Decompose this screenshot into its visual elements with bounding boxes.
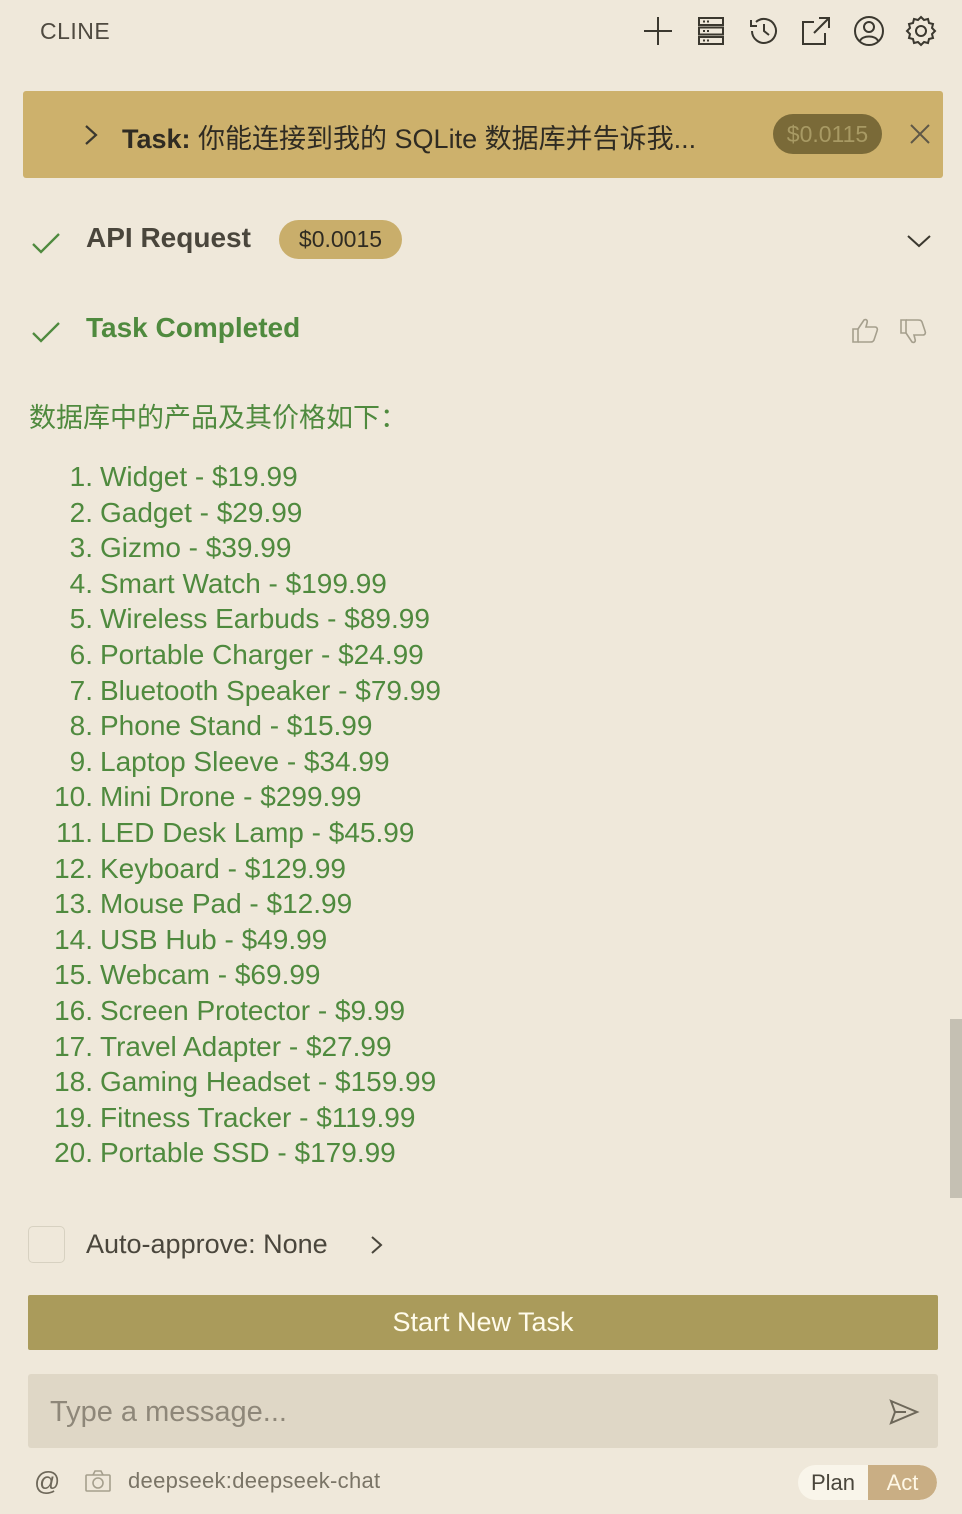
top-bar: CLINE	[0, 0, 962, 64]
list-item-text: Gaming Headset - $159.99	[100, 1066, 437, 1098]
list-item-number: 12.	[54, 852, 93, 884]
plus-icon[interactable]	[638, 10, 678, 52]
list-item: 10. Mini Drone - $299.99	[0, 779, 700, 815]
plan-mode-button[interactable]: Plan	[798, 1465, 868, 1500]
thumbs-down-icon[interactable]	[896, 314, 930, 348]
check-icon	[29, 315, 63, 349]
list-item-text: Wireless Earbuds - $89.99	[100, 603, 430, 635]
send-icon[interactable]	[888, 1396, 920, 1428]
list-item-text: Portable SSD - $179.99	[100, 1137, 396, 1169]
list-item-text: Keyboard - $129.99	[100, 852, 346, 884]
task-cost-badge: $0.0115	[773, 114, 882, 154]
api-request-title[interactable]: API Request	[86, 222, 251, 254]
popout-icon[interactable]	[796, 10, 836, 52]
model-selector[interactable]: deepseek:deepseek-chat	[128, 1468, 380, 1494]
list-item-text: Laptop Sleeve - $34.99	[100, 745, 390, 777]
list-item: 12. Keyboard - $129.99	[0, 851, 700, 887]
list-item-number: 7.	[69, 674, 93, 706]
list-item: 18. Gaming Headset - $159.99	[0, 1064, 700, 1100]
history-icon[interactable]	[744, 10, 784, 52]
list-item-number: 17.	[54, 1030, 93, 1062]
list-item-number: 4.	[69, 567, 93, 599]
list-item-number: 11.	[56, 816, 93, 848]
list-item: 6. Portable Charger - $24.99	[0, 637, 700, 673]
list-item-number: 14.	[54, 923, 93, 955]
list-item-number: 10.	[54, 781, 93, 813]
list-item: 13. Mouse Pad - $12.99	[0, 886, 700, 922]
list-item-number: 3.	[69, 532, 93, 564]
task-completed-title: Task Completed	[86, 312, 301, 343]
list-item-text: Screen Protector - $9.99	[100, 994, 406, 1026]
message-input[interactable]	[48, 1392, 872, 1432]
chevron-down-icon[interactable]	[902, 224, 936, 258]
list-item: 20. Portable SSD - $179.99	[0, 1135, 700, 1171]
list-item-number: 8.	[69, 710, 93, 742]
list-item: 4. Smart Watch - $199.99	[0, 566, 700, 602]
list-item-number: 18.	[54, 1066, 93, 1098]
list-item: 5. Wireless Earbuds - $89.99	[0, 601, 700, 637]
list-item-text: Gizmo - $39.99	[100, 532, 292, 564]
auto-approve-checkbox[interactable]	[28, 1226, 65, 1263]
list-item-text: Bluetooth Speaker - $79.99	[100, 674, 441, 706]
list-item-text: USB Hub - $49.99	[100, 923, 328, 955]
gear-icon[interactable]	[901, 10, 941, 52]
app-title: CLINE	[40, 18, 111, 44]
list-item-text: Gadget - $29.99	[100, 496, 303, 528]
chevron-right-icon[interactable]	[366, 1230, 388, 1260]
task-description: Task: 你能连接到我的 SQLite 数据库并告诉我...	[122, 117, 696, 156]
completion-intro: 数据库中的产品及其价格如下：	[29, 403, 407, 433]
list-item-number: 13.	[54, 888, 93, 920]
list-item-number: 1.	[69, 461, 93, 492]
list-item: 7. Bluetooth Speaker - $79.99	[0, 673, 700, 709]
list-item-number: 19.	[54, 1101, 93, 1133]
thumbs-up-icon[interactable]	[848, 314, 882, 348]
chevron-right-icon[interactable]	[79, 117, 103, 153]
plan-act-toggle[interactable]: Plan Act	[798, 1465, 937, 1500]
list-item-text: Mini Drone - $299.99	[100, 781, 362, 813]
act-mode-button[interactable]: Act	[868, 1465, 937, 1500]
list-item-number: 6.	[69, 638, 93, 670]
task-text: 你能连接到我的 SQLite 数据库并告诉我...	[198, 124, 697, 154]
check-icon	[29, 226, 63, 260]
api-request-cost-badge: $0.0015	[279, 220, 402, 259]
camera-icon[interactable]	[84, 1469, 112, 1493]
list-item: 3. Gizmo - $39.99	[0, 530, 700, 566]
account-icon[interactable]	[849, 10, 889, 52]
list-item-text: Fitness Tracker - $119.99	[100, 1101, 416, 1133]
list-item-number: 2.	[69, 496, 93, 528]
list-item-text: Travel Adapter - $27.99	[100, 1030, 392, 1062]
message-input-box[interactable]	[28, 1374, 938, 1448]
at-mention-icon[interactable]: @	[34, 1466, 60, 1497]
list-item: 2. Gadget - $29.99	[0, 495, 700, 531]
list-item-text: Webcam - $69.99	[100, 959, 321, 991]
close-icon[interactable]	[903, 117, 937, 151]
list-item: 11. LED Desk Lamp - $45.99	[0, 815, 700, 851]
list-item-text: LED Desk Lamp - $45.99	[100, 816, 415, 848]
start-new-task-button[interactable]: Start New Task	[28, 1295, 938, 1350]
task-label: Task:	[122, 124, 191, 154]
list-item-text: Mouse Pad - $12.99	[100, 888, 353, 920]
list-item-number: 5.	[69, 603, 93, 635]
list-item: 14. USB Hub - $49.99	[0, 922, 700, 958]
list-item-number: 16.	[54, 994, 93, 1026]
auto-approve-label[interactable]: Auto-approve: None	[86, 1229, 328, 1260]
task-banner[interactable]: Task: 你能连接到我的 SQLite 数据库并告诉我... $0.0115	[23, 91, 943, 178]
list-item-text: Portable Charger - $24.99	[100, 638, 424, 670]
list-item-number: 20.	[54, 1137, 93, 1169]
list-item: 17. Travel Adapter - $27.99	[0, 1029, 700, 1065]
list-item: 8. Phone Stand - $15.99	[0, 708, 700, 744]
product-list: 1. Widget - $19.99 2. Gadget - $29.99 3. Gizm…	[0, 459, 700, 1171]
list-item-text: Smart Watch - $199.99	[100, 567, 387, 599]
list-item: 9. Laptop Sleeve - $34.99	[0, 744, 700, 780]
scrollbar[interactable]	[950, 1019, 962, 1198]
server-icon[interactable]	[691, 10, 731, 52]
list-item-number: 15.	[54, 959, 93, 991]
list-item-text: Phone Stand - $15.99	[100, 710, 373, 742]
list-item: 15. Webcam - $69.99	[0, 957, 700, 993]
list-item: 16. Screen Protector - $9.99	[0, 993, 700, 1029]
list-item-number: 9.	[69, 745, 93, 777]
list-item-text: Widget - $19.99	[100, 461, 298, 492]
list-item: 1. Widget - $19.99	[0, 459, 700, 495]
list-item: 19. Fitness Tracker - $119.99	[0, 1100, 700, 1136]
